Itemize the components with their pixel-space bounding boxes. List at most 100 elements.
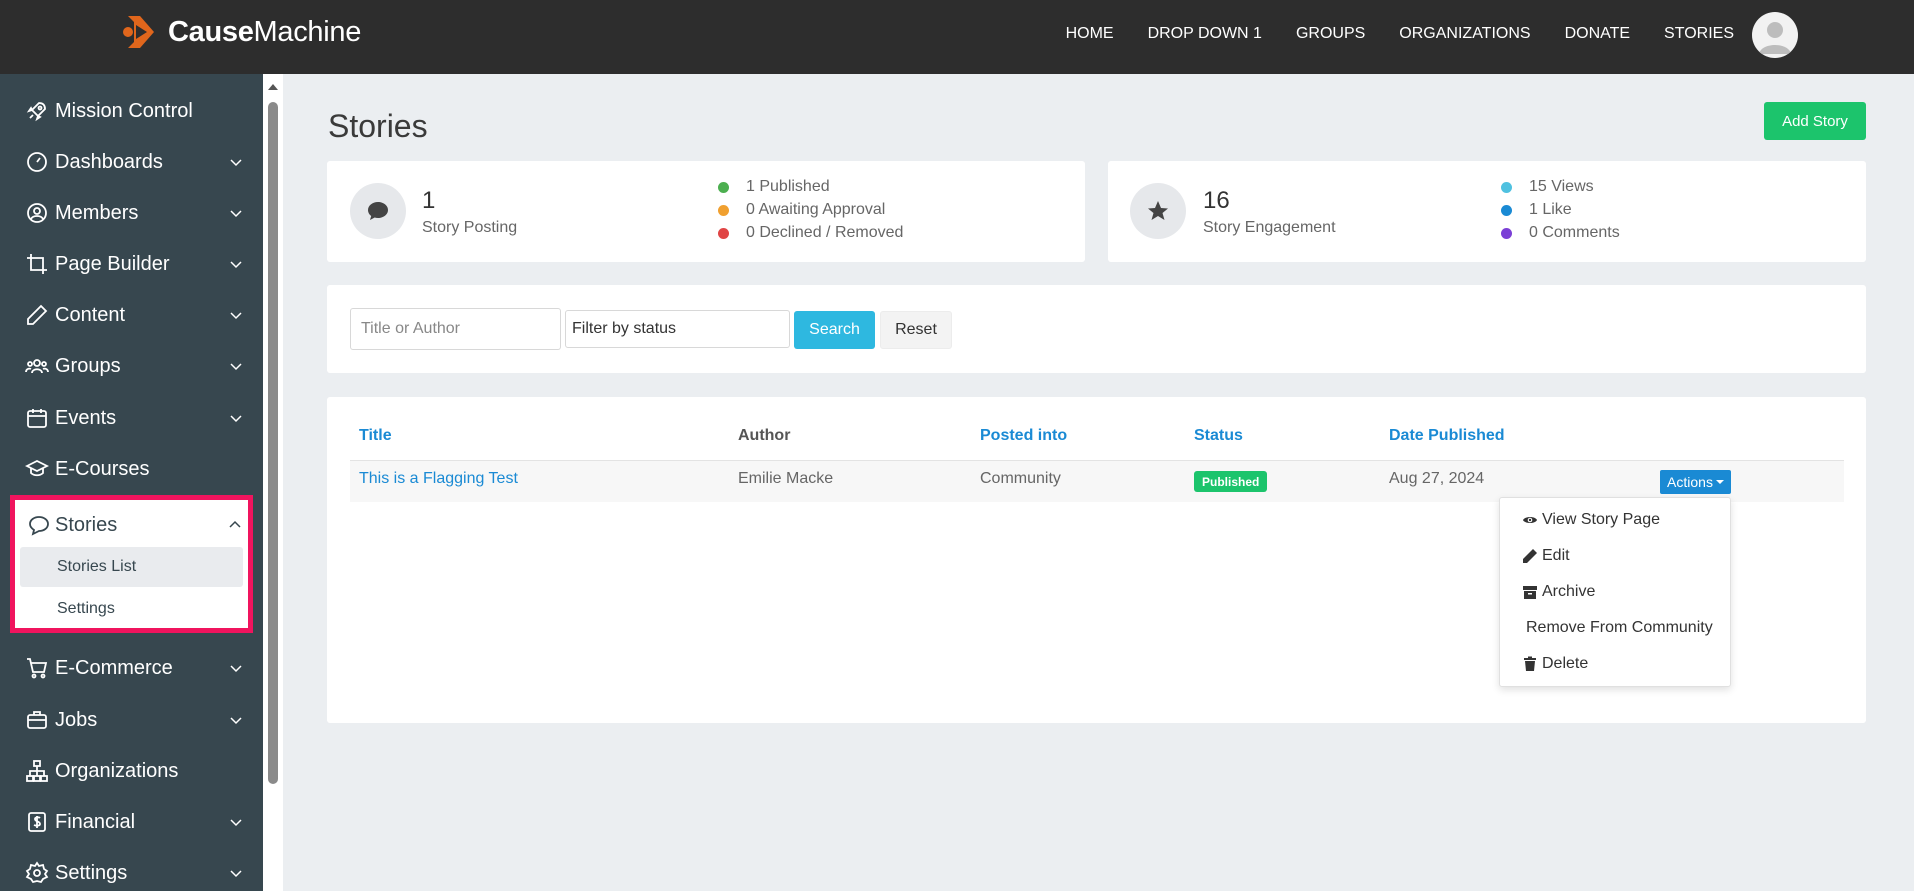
caret-down-icon <box>1715 480 1724 484</box>
nav-donate[interactable]: DONATE <box>1565 25 1630 43</box>
sidebar-stories-section: Stories Stories List Settings <box>10 495 253 633</box>
title-author-search-input[interactable] <box>350 308 561 350</box>
actions-dropdown-menu: View Story Page Edit Archive Remove From… <box>1499 497 1731 687</box>
sidebar-item-label: Page Builder <box>55 252 170 275</box>
col-header-author: Author <box>738 427 791 444</box>
sidebar-item-label: Settings <box>55 861 128 884</box>
col-header-title[interactable]: Title <box>359 427 392 445</box>
chevron-down-icon <box>230 870 242 878</box>
scroll-up-arrow-icon[interactable] <box>268 84 278 90</box>
status-dot-icon <box>1501 204 1512 216</box>
sidebar-item-dashboards[interactable]: Dashboards <box>0 137 263 187</box>
sidebar-item-label: Financial <box>55 810 136 833</box>
col-header-status[interactable]: Status <box>1194 427 1243 445</box>
users-icon <box>25 359 49 374</box>
menu-item-view-story-page[interactable]: View Story Page <box>1522 508 1660 532</box>
sidebar-item-e-courses[interactable]: E-Courses <box>0 444 263 494</box>
comment-icon <box>368 202 388 220</box>
sidebar-item-label: Groups <box>55 354 121 377</box>
sidebar-item-stories[interactable]: Stories <box>15 500 248 550</box>
col-header-date-published[interactable]: Date Published <box>1389 427 1505 445</box>
chevron-down-icon <box>230 159 242 167</box>
sidebar-item-events[interactable]: Events <box>0 393 263 443</box>
causemachine-logo-icon <box>123 16 154 48</box>
reset-button[interactable]: Reset <box>880 311 952 349</box>
star-icon <box>1148 201 1168 220</box>
nav-organizations[interactable]: ORGANIZATIONS <box>1399 25 1530 43</box>
sidebar: Mission Control Dashboards Members Page … <box>0 74 263 891</box>
status-badge: Published <box>1194 471 1268 492</box>
story-engagement-count: 16 <box>1203 187 1230 214</box>
nav-stories[interactable]: STORIES <box>1664 25 1734 43</box>
chevron-down-icon <box>230 717 242 725</box>
gear-icon <box>25 861 49 884</box>
chevron-down-icon <box>230 210 242 218</box>
stat-icon-circle <box>350 183 406 239</box>
legend-awaiting: 0 Awaiting Approval <box>718 201 903 219</box>
sidebar-subitem-stories-list[interactable]: Stories List <box>20 547 243 587</box>
col-header-posted-into[interactable]: Posted into <box>980 427 1067 445</box>
menu-item-delete[interactable]: Delete <box>1522 652 1588 676</box>
sidebar-item-organizations[interactable]: Organizations <box>0 746 263 796</box>
stat-icon-circle <box>1130 183 1186 239</box>
sidebar-item-label: E-Commerce <box>55 656 173 679</box>
menu-item-archive[interactable]: Archive <box>1522 580 1595 604</box>
status-dot-icon <box>1501 181 1512 193</box>
chevron-down-icon <box>230 363 242 371</box>
menu-item-edit[interactable]: Edit <box>1522 544 1570 568</box>
status-filter-select[interactable]: Filter by status <box>565 310 790 348</box>
story-posting-card: 1 Story Posting 1 Published 0 Awaiting A… <box>327 161 1085 262</box>
add-story-button[interactable]: Add Story <box>1764 102 1866 140</box>
legend-published: 1 Published <box>718 178 903 196</box>
story-author: Emilie Macke <box>738 470 834 487</box>
sidebar-item-label: Jobs <box>55 708 98 731</box>
sidebar-item-label: Events <box>55 406 117 429</box>
sidebar-item-page-builder[interactable]: Page Builder <box>0 239 263 289</box>
menu-item-remove-from-community[interactable]: Remove From Community <box>1526 616 1713 640</box>
story-posting-count: 1 <box>422 187 436 214</box>
chevron-down-icon <box>230 665 242 673</box>
actions-dropdown-button[interactable]: Actions <box>1660 470 1731 494</box>
sidebar-item-e-commerce[interactable]: E-Commerce <box>0 643 263 693</box>
user-silhouette-icon <box>1759 22 1791 54</box>
status-dot-icon <box>718 181 729 193</box>
story-engagement-card: 16 Story Engagement 15 Views 1 Like 0 Co… <box>1108 161 1866 262</box>
user-avatar[interactable] <box>1752 12 1798 58</box>
sidebar-subitem-settings[interactable]: Settings <box>20 589 243 629</box>
top-nav-menu: HOME DROP DOWN 1 GROUPS ORGANIZATIONS DO… <box>1066 0 1734 68</box>
table-row <box>350 460 1844 502</box>
status-dot-icon <box>1501 227 1512 239</box>
crop-icon <box>27 254 47 274</box>
sidebar-item-financial[interactable]: Financial <box>0 797 263 847</box>
briefcase-icon <box>27 711 47 729</box>
sidebar-item-groups[interactable]: Groups <box>0 341 263 391</box>
sidebar-item-mission-control[interactable]: Mission Control <box>0 86 263 136</box>
rocket-icon <box>26 102 46 122</box>
sidebar-item-label: Organizations <box>55 759 179 782</box>
legend-comments: 0 Comments <box>1501 224 1620 242</box>
sidebar-item-label: Dashboards <box>55 150 163 173</box>
sidebar-scrollbar[interactable] <box>263 74 283 891</box>
sidebar-item-label: Mission Control <box>55 99 193 122</box>
engagement-legend: 15 Views 1 Like 0 Comments <box>1501 178 1620 242</box>
story-title-link[interactable]: This is a Flagging Test <box>359 470 518 488</box>
status-dot-icon <box>718 227 729 239</box>
nav-home[interactable]: HOME <box>1066 25 1114 43</box>
story-date-published: Aug 27, 2024 <box>1389 470 1485 487</box>
brand-logo-link[interactable]: CauseMachine <box>120 10 361 54</box>
sidebar-item-members[interactable]: Members <box>0 188 263 238</box>
graduation-cap-icon <box>25 459 49 477</box>
page-title: Stories <box>328 108 428 144</box>
nav-groups[interactable]: GROUPS <box>1296 25 1365 43</box>
nav-drop-down-1[interactable]: DROP DOWN 1 <box>1148 25 1262 43</box>
sidebar-item-content[interactable]: Content <box>0 290 263 340</box>
gauge-icon <box>27 152 47 172</box>
sidebar-item-label: E-Courses <box>55 457 150 480</box>
sidebar-item-jobs[interactable]: Jobs <box>0 695 263 745</box>
status-dot-icon <box>718 204 729 216</box>
search-button[interactable]: Search <box>794 311 875 349</box>
scrollbar-thumb[interactable] <box>268 102 278 784</box>
legend-likes: 1 Like <box>1501 201 1620 219</box>
pencil-icon <box>1523 549 1537 563</box>
sidebar-item-settings[interactable]: Settings <box>0 848 263 891</box>
